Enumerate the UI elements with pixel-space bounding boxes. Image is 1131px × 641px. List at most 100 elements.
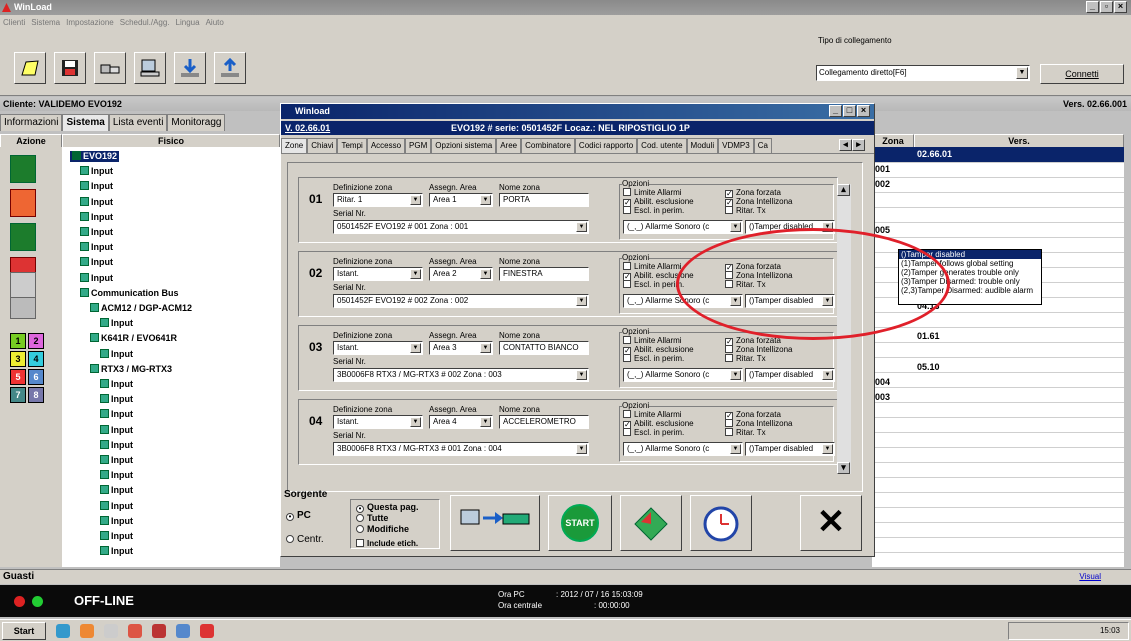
area-select[interactable]: Area 4 ▼ xyxy=(429,415,493,429)
area-5-button[interactable]: 5 xyxy=(10,369,26,385)
dialog-tab[interactable]: Opzioni sistema xyxy=(431,138,497,153)
table-row[interactable] xyxy=(872,208,1124,223)
tree-node[interactable]: Input xyxy=(100,500,133,512)
tree-node[interactable]: Input xyxy=(80,166,113,177)
tree-node[interactable]: Input xyxy=(80,257,113,268)
area-8-button[interactable]: 8 xyxy=(28,387,44,403)
action-tree-icon[interactable] xyxy=(10,223,36,251)
checkbox-limite-allarmi[interactable]: Limite Allarmi xyxy=(623,410,682,419)
upload-button[interactable] xyxy=(214,52,246,84)
table-row[interactable]: 003 xyxy=(872,390,1124,405)
checkbox-limite-allarmi[interactable]: Limite Allarmi xyxy=(623,262,682,271)
clock-button[interactable] xyxy=(690,495,752,551)
zone-name-input[interactable]: FINESTRA xyxy=(499,267,589,281)
tree-node[interactable]: Input xyxy=(100,348,133,360)
dialog-maximize-button[interactable]: □ xyxy=(843,105,856,117)
tree-node[interactable]: Input xyxy=(100,379,133,390)
serial-select[interactable]: 3B0006F8 RTX3 / MG-RTX3 # 002 Zona : 003… xyxy=(333,368,589,382)
computer-button[interactable] xyxy=(134,52,166,84)
scroll-down-button[interactable]: ▾ xyxy=(837,462,850,474)
modem-button[interactable] xyxy=(94,52,126,84)
taskbar-app3-icon[interactable] xyxy=(176,624,190,638)
minimize-button[interactable]: _ xyxy=(1086,1,1099,13)
tree-node[interactable]: Input xyxy=(100,455,133,466)
area-1-button[interactable]: 1 xyxy=(10,333,26,349)
radio-centr[interactable]: Centr. xyxy=(286,535,324,545)
dialog-tab[interactable]: Chiavi xyxy=(307,138,338,153)
area-6-button[interactable]: 6 xyxy=(28,369,44,385)
alarm-select[interactable]: (_,_) Allarme Sonoro (c ▼ xyxy=(623,442,743,456)
alarm-select[interactable]: (_,_) Allarme Sonoro (c ▼ xyxy=(623,368,743,382)
checkbox-zona-intellizona[interactable]: Zona Intellizona xyxy=(725,345,792,354)
dialog-tab[interactable]: Tempi xyxy=(337,138,367,153)
table-row[interactable]: 05.10 xyxy=(872,360,1124,375)
connect-button[interactable]: Connetti xyxy=(1040,64,1124,84)
start-menu-button[interactable]: Start xyxy=(2,622,46,640)
taskbar-app2-icon[interactable] xyxy=(152,624,166,638)
tree-node[interactable]: K641R / EVO641R xyxy=(90,333,177,344)
checkbox-ritar-tx[interactable]: Ritar. Tx xyxy=(725,428,766,437)
scroll-up-button[interactable]: ▴ xyxy=(837,184,850,196)
checkbox-limite-allarmi[interactable]: Limite Allarmi xyxy=(623,336,682,345)
area-2-button[interactable]: 2 xyxy=(28,333,44,349)
tree-node[interactable]: Communication Bus xyxy=(80,287,179,299)
checkbox-include-etich[interactable]: Include etich. xyxy=(356,539,418,548)
alarm-select[interactable]: (_,_) Allarme Sonoro (c ▼ xyxy=(623,220,743,234)
menu-schedul[interactable]: Schedul./Agg. xyxy=(120,18,170,27)
tree-node[interactable]: Input xyxy=(100,409,133,420)
download-button[interactable] xyxy=(174,52,206,84)
restore-button[interactable]: ▫ xyxy=(1100,1,1113,13)
zone-definition-select[interactable]: Ritar. 1 ▼ xyxy=(333,193,423,207)
tree-node[interactable]: Input xyxy=(100,515,133,527)
tamper-select[interactable]: ()Tamper disabled ▼ xyxy=(745,368,835,382)
menu-clienti[interactable]: Clienti xyxy=(3,18,25,27)
taskbar-ie-icon[interactable] xyxy=(56,624,70,638)
taskbar-outlook-icon[interactable] xyxy=(80,624,94,638)
dialog-tab[interactable]: Combinatore xyxy=(521,138,575,153)
tree-node[interactable]: Input xyxy=(80,272,113,284)
taskbar-folder-icon[interactable] xyxy=(104,624,118,638)
tree-node[interactable]: Input xyxy=(100,318,133,329)
tree-node[interactable]: Input xyxy=(100,485,133,496)
menu-aiuto[interactable]: Aiuto xyxy=(206,18,224,27)
tree-node[interactable]: Input xyxy=(80,227,113,238)
dialog-tab[interactable]: VDMP3 xyxy=(718,138,754,153)
tree-node[interactable]: Input xyxy=(100,470,133,481)
radio-questa-pag[interactable]: • Questa pag. xyxy=(356,503,419,513)
action-send-icon[interactable] xyxy=(10,189,36,217)
tamper-select[interactable]: ()Tamper disabled ▼ xyxy=(745,442,835,456)
transfer-button[interactable] xyxy=(450,495,540,551)
tree-node[interactable]: ACM12 / DGP-ACM12 xyxy=(90,303,192,314)
dialog-version[interactable]: V. 02.66.01 xyxy=(285,121,330,135)
radio-modifiche[interactable]: Modifiche xyxy=(356,525,409,534)
dialog-tab[interactable]: Aree xyxy=(496,138,522,153)
menu-impostazione[interactable]: Impostazione xyxy=(66,18,114,27)
tree-node[interactable]: Input xyxy=(80,242,113,253)
taskbar-winload-icon[interactable] xyxy=(200,624,214,638)
serial-select[interactable]: 0501452F EVO192 # 001 Zona : 001 ▼ xyxy=(333,220,589,234)
area-3-button[interactable]: 3 xyxy=(10,351,26,367)
checkbox-limite-allarmi[interactable]: Limite Allarmi xyxy=(623,188,682,197)
zone-definition-select[interactable]: Istant. ▼ xyxy=(333,341,423,355)
area-select[interactable]: Area 2 ▼ xyxy=(429,267,493,281)
connection-select[interactable]: Collegamento diretto[F6] ▼ xyxy=(816,65,1030,81)
area-7-button[interactable]: 7 xyxy=(10,387,26,403)
tab-sistema[interactable]: Sistema xyxy=(62,114,109,131)
tree-node[interactable]: Input xyxy=(100,439,133,451)
area-select[interactable]: Area 3 ▼ xyxy=(429,341,493,355)
table-row[interactable]: 004 xyxy=(872,375,1124,390)
serial-select[interactable]: 0501452F EVO192 # 002 Zona : 002 ▼ xyxy=(333,294,589,308)
dialog-minimize-button[interactable]: _ xyxy=(829,105,842,117)
dialog-tab[interactable]: PGM xyxy=(405,138,432,153)
area-select[interactable]: Area 1 ▼ xyxy=(429,193,493,207)
close-button[interactable]: × xyxy=(1114,1,1127,13)
close-x-button[interactable]: ✕ xyxy=(800,495,862,551)
radio-pc[interactable]: • PC xyxy=(286,511,311,521)
table-row[interactable]: 005 xyxy=(872,223,1124,238)
zone-definition-select[interactable]: Istant. ▼ xyxy=(333,415,423,429)
open-button[interactable] xyxy=(14,52,46,84)
dialog-tab[interactable]: Zone xyxy=(281,138,308,153)
action-read-icon[interactable] xyxy=(10,155,36,183)
checkbox-escl-perim[interactable]: Escl. in perim. xyxy=(623,206,684,215)
zone-definition-select[interactable]: Istant. ▼ xyxy=(333,267,423,281)
